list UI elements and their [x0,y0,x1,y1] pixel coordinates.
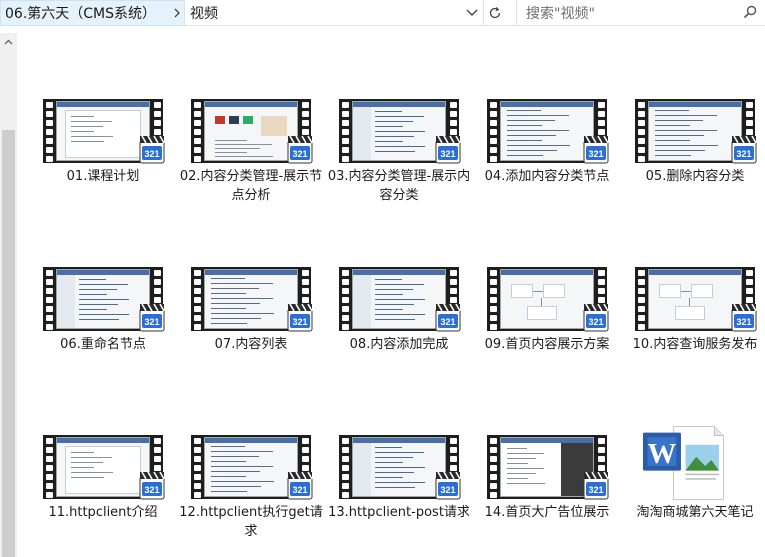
media-player-badge-icon: 321 [287,471,315,501]
address-bar: 06.第六天（CMS系统） 视频 搜索"视频" [0,0,765,26]
svg-text:321: 321 [440,485,455,495]
breadcrumb-parent[interactable]: 06.第六天（CMS系统） [0,0,185,26]
breadcrumb-parent-label: 06.第六天（CMS系统） [5,6,157,22]
chevron-down-icon[interactable] [462,3,482,23]
video-file-icon: 321 [43,435,165,501]
svg-text:321: 321 [588,149,603,159]
video-file-icon: 321 [487,267,609,333]
media-player-badge-icon: 321 [583,471,611,501]
svg-text:321: 321 [736,317,751,327]
svg-text:321: 321 [736,149,751,159]
file-name-label: 06.重命名节点 [60,337,146,352]
refresh-icon[interactable] [483,0,505,26]
file-name-label: 09.首页内容展示方案 [484,337,610,352]
svg-text:321: 321 [144,485,159,495]
media-player-badge-icon: 321 [731,135,759,165]
media-player-badge-icon: 321 [731,303,759,333]
svg-text:321: 321 [440,149,455,159]
video-file-icon: 321 [191,99,313,165]
file-name-label: 12.httpclient执行get请求 [179,505,323,539]
file-name-label: 03.内容分类管理-展示内容分类 [327,169,471,203]
media-player-badge-icon: 321 [139,471,167,501]
file-name-label: 05.删除内容分类 [645,169,745,184]
file-name-label: 10.内容查询服务发布 [632,337,758,352]
video-file-icon: 321 [487,99,609,165]
file-name-label: 08.内容添加完成 [349,337,449,352]
video-file-icon: 321 [43,267,165,333]
svg-text:321: 321 [292,485,307,495]
media-player-badge-icon: 321 [139,303,167,333]
search-placeholder: 搜索"视频" [526,6,595,22]
media-player-badge-icon: 321 [287,303,315,333]
video-file-icon: 321 [191,267,313,333]
search-input[interactable]: 搜索"视频" [516,0,765,26]
scroll-up-icon[interactable] [0,33,17,50]
scroll-thumb[interactable] [2,130,15,557]
file-name-label: 01.课程计划 [66,169,140,184]
chevron-right-icon[interactable] [168,0,186,26]
search-icon[interactable] [743,5,757,19]
word-document-icon: W [629,425,749,501]
file-name-label: 02.内容分类管理-展示节点分析 [179,169,323,203]
video-file-icon: 321 [339,435,461,501]
breadcrumb-current-label: 视频 [190,6,218,22]
media-player-badge-icon: 321 [435,135,463,165]
video-file-icon: 321 [191,435,313,501]
media-player-badge-icon: 321 [139,135,167,165]
svg-text:321: 321 [588,317,603,327]
media-player-badge-icon: 321 [287,135,315,165]
video-file-icon: 321 [339,267,461,333]
video-file-icon: 321 [635,99,757,165]
media-player-badge-icon: 321 [435,303,463,333]
file-name-label: 11.httpclient介绍 [48,505,158,520]
svg-text:321: 321 [292,149,307,159]
media-player-badge-icon: 321 [583,135,611,165]
media-player-badge-icon: 321 [583,303,611,333]
svg-text:321: 321 [144,149,159,159]
file-name-label: 04.添加内容分类节点 [484,169,610,184]
video-file-icon: 321 [43,99,165,165]
media-player-badge-icon: 321 [435,471,463,501]
breadcrumb-current[interactable]: 视频 [190,0,218,26]
svg-text:321: 321 [440,317,455,327]
video-file-icon: 321 [487,435,609,501]
svg-text:321: 321 [144,317,159,327]
file-name-label: 07.内容列表 [214,337,288,352]
video-file-icon: 321 [339,99,461,165]
svg-text:321: 321 [588,485,603,495]
svg-text:321: 321 [292,317,307,327]
file-name-label: 淘淘商城第六天笔记 [636,505,754,520]
video-file-icon: 321 [635,267,757,333]
vertical-scrollbar[interactable] [0,33,17,557]
svg-text:W: W [648,438,677,470]
file-name-label: 13.httpclient-post请求 [328,505,470,520]
file-name-label: 14.首页大广告位展示 [484,505,610,520]
